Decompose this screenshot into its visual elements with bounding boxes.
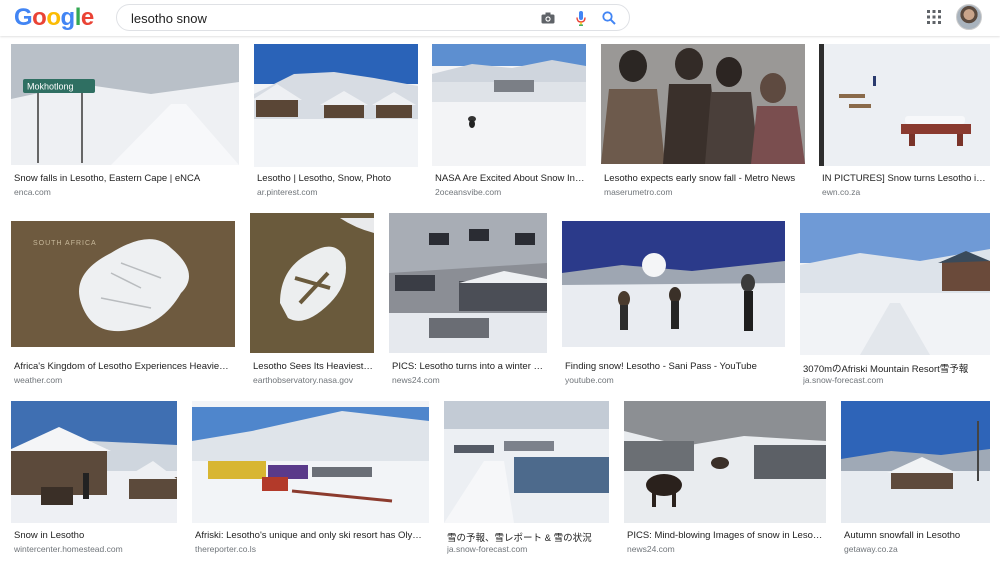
result-title[interactable]: PICS: Lesotho turns into a winter w... bbox=[392, 361, 546, 372]
result-domain: enca.com bbox=[14, 187, 51, 197]
result-domain: ja.snow-forecast.com bbox=[447, 544, 528, 554]
top-bar: Google bbox=[0, 0, 1000, 36]
result-thumbnail[interactable] bbox=[444, 401, 609, 523]
result-thumbnail[interactable]: Mokhotlong bbox=[11, 44, 239, 165]
result-title[interactable]: Snow in Lesotho bbox=[14, 530, 176, 541]
result-title[interactable]: Africa's Kingdom of Lesotho Experiences … bbox=[14, 361, 232, 372]
result-domain: 2oceansvibe.com bbox=[435, 187, 502, 197]
google-logo[interactable]: Google bbox=[14, 4, 94, 32]
result-domain: maserumetro.com bbox=[604, 187, 673, 197]
result-domain: earthobservatory.nasa.gov bbox=[253, 375, 354, 385]
result-title[interactable]: Finding snow! Lesotho - Sani Pass - YouT… bbox=[565, 361, 784, 372]
image-result[interactable]: Lesotho Sees Its Heaviest ... earthobser… bbox=[250, 213, 374, 388]
result-domain: ewn.co.za bbox=[822, 187, 861, 197]
image-result[interactable]: PICS: Mind-blowing Images of snow in Les… bbox=[624, 401, 826, 561]
image-result[interactable]: 雪の予報、雪レポート & 雪の状況 ja.snow-forecast.com bbox=[444, 401, 609, 561]
result-domain: ja.snow-forecast.com bbox=[803, 375, 884, 385]
result-thumbnail[interactable]: SOUTH AFRICA bbox=[11, 213, 235, 353]
result-thumbnail[interactable] bbox=[819, 44, 990, 166]
result-thumbnail[interactable] bbox=[254, 44, 418, 167]
result-thumbnail[interactable] bbox=[250, 213, 374, 353]
image-result[interactable]: Autumn snowfall in Lesotho getaway.co.za bbox=[841, 401, 990, 561]
search-input[interactable] bbox=[131, 9, 531, 27]
result-thumbnail[interactable] bbox=[432, 44, 586, 166]
apps-grid-icon[interactable] bbox=[926, 9, 942, 25]
result-title[interactable]: IN PICTURES] Snow turns Lesotho into... bbox=[822, 173, 989, 184]
image-result[interactable]: NASA Are Excited About Snow In L... 2oce… bbox=[432, 44, 586, 200]
result-thumbnail[interactable] bbox=[800, 213, 990, 355]
search-box bbox=[116, 4, 630, 31]
result-domain: wintercenter.homestead.com bbox=[14, 544, 123, 554]
result-domain: weather.com bbox=[14, 375, 63, 385]
sign-text: Mokhotlong bbox=[27, 82, 74, 92]
image-result[interactable]: IN PICTURES] Snow turns Lesotho into... … bbox=[819, 44, 990, 200]
image-result[interactable]: PICS: Lesotho turns into a winter w... n… bbox=[389, 213, 547, 388]
result-title[interactable]: Snow falls in Lesotho, Eastern Cape | eN… bbox=[14, 173, 236, 184]
image-result[interactable]: Snow in Lesotho wintercenter.homestead.c… bbox=[11, 401, 177, 561]
result-title[interactable]: Lesotho expects early snow fall - Metro … bbox=[604, 173, 804, 184]
result-domain: news24.com bbox=[392, 375, 440, 385]
result-title[interactable]: 雪の予報、雪レポート & 雪の状況 bbox=[447, 530, 608, 544]
image-result[interactable]: SOUTH AFRICA Africa's Kingdom of Lesotho… bbox=[11, 213, 235, 388]
result-thumbnail[interactable] bbox=[601, 44, 805, 164]
image-result[interactable]: Mokhotlong Snow falls in Lesotho, Easter… bbox=[11, 44, 239, 200]
result-thumbnail[interactable] bbox=[192, 401, 429, 523]
result-domain: thereporter.co.ls bbox=[195, 544, 256, 554]
result-title[interactable]: Lesotho Sees Its Heaviest ... bbox=[253, 361, 373, 372]
image-result[interactable]: Finding snow! Lesotho - Sani Pass - YouT… bbox=[562, 213, 785, 388]
result-title[interactable]: PICS: Mind-blowing Images of snow in Les… bbox=[627, 530, 825, 541]
image-result[interactable]: Lesotho | Lesotho, Snow, Photo ar.pinter… bbox=[254, 44, 418, 200]
result-thumbnail[interactable] bbox=[562, 213, 785, 353]
result-thumbnail[interactable] bbox=[841, 401, 990, 523]
image-result[interactable]: 3070mのAfriski Mountain Resort雪予報 ja.snow… bbox=[800, 213, 990, 388]
result-title[interactable]: 3070mのAfriski Mountain Resort雪予報 bbox=[803, 361, 989, 375]
result-title[interactable]: Afriski: Lesotho's unique and only ski r… bbox=[195, 530, 428, 541]
microphone-icon[interactable] bbox=[572, 9, 590, 27]
search-icon[interactable] bbox=[600, 9, 618, 27]
map-label: SOUTH AFRICA bbox=[33, 240, 97, 247]
result-title[interactable]: Lesotho | Lesotho, Snow, Photo bbox=[257, 173, 417, 184]
result-domain: youtube.com bbox=[565, 375, 614, 385]
camera-icon[interactable] bbox=[539, 9, 557, 27]
account-avatar[interactable] bbox=[956, 4, 982, 30]
result-domain: getaway.co.za bbox=[844, 544, 898, 554]
result-domain: ar.pinterest.com bbox=[257, 187, 318, 197]
result-thumbnail[interactable] bbox=[389, 213, 547, 353]
result-thumbnail[interactable] bbox=[624, 401, 826, 523]
result-title[interactable]: NASA Are Excited About Snow In L... bbox=[435, 173, 585, 184]
result-title[interactable]: Autumn snowfall in Lesotho bbox=[844, 530, 989, 541]
result-thumbnail[interactable] bbox=[11, 401, 177, 523]
image-result[interactable]: Lesotho expects early snow fall - Metro … bbox=[601, 44, 805, 200]
result-domain: news24.com bbox=[627, 544, 675, 554]
image-result[interactable]: Afriski: Lesotho's unique and only ski r… bbox=[192, 401, 429, 561]
